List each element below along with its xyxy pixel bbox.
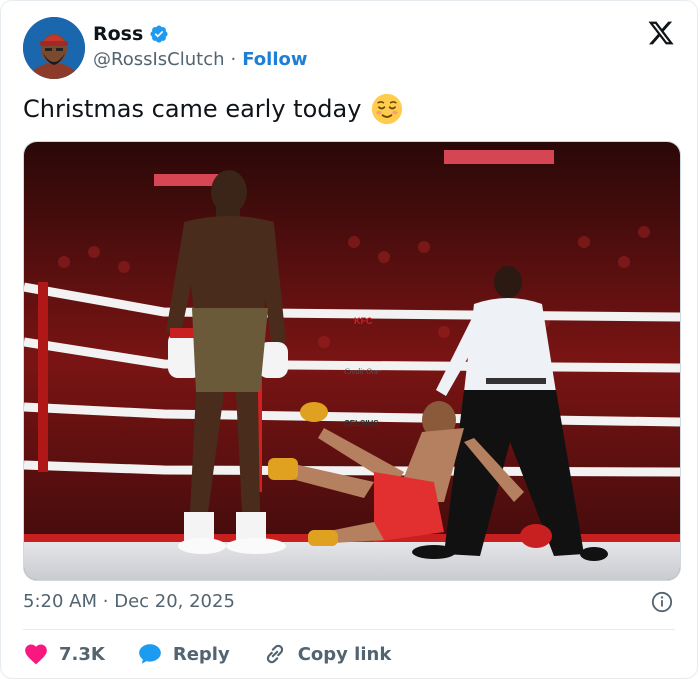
like-button[interactable]: 7.3K	[23, 641, 105, 667]
action-bar: 7.3K Reply Copy link	[23, 641, 423, 667]
boxing-ring-photo: KFC Credit One CELSIUS	[24, 142, 680, 580]
timestamp-separator: ·	[102, 591, 109, 612]
tweet-photo[interactable]: KFC Credit One CELSIUS	[23, 141, 681, 581]
follow-button[interactable]: Follow	[242, 49, 307, 70]
likes-count: 7.3K	[59, 643, 105, 665]
tweet-card: Ross @RossIsClutch · Follow Christmas ca…	[0, 0, 698, 679]
speech-bubble-icon	[139, 644, 161, 664]
divider	[23, 629, 675, 630]
x-logo-icon[interactable]	[647, 19, 675, 47]
tweet-time: 5:20 AM	[23, 591, 97, 612]
relieved-face-icon	[372, 93, 403, 125]
display-name[interactable]: Ross	[93, 23, 143, 45]
info-icon[interactable]	[651, 591, 673, 613]
tweet-text: Christmas came early today	[23, 93, 403, 125]
link-icon	[266, 644, 283, 664]
tweet-body: Christmas came early today	[23, 95, 362, 123]
heart-icon	[25, 644, 47, 665]
rope-brand-1: KFC	[354, 316, 373, 326]
avatar[interactable]	[23, 17, 85, 79]
verified-badge-icon	[150, 25, 168, 43]
tweet-date: Dec 20, 2025	[114, 591, 235, 612]
reply-label: Reply	[172, 643, 230, 665]
handle-row: @RossIsClutch · Follow	[93, 49, 308, 70]
tweet-timestamp[interactable]: 5:20 AM · Dec 20, 2025	[23, 591, 235, 612]
copy-link-label: Copy link	[297, 643, 392, 665]
reply-button[interactable]: Reply	[137, 641, 230, 667]
author-handle[interactable]: @RossIsClutch	[93, 49, 225, 70]
rope-brand-2: Credit One	[344, 367, 380, 376]
author-name-row: Ross	[93, 23, 169, 45]
handle-separator: ·	[230, 49, 237, 70]
rope-brand-3: CELSIUS	[344, 419, 379, 428]
copy-link-button[interactable]: Copy link	[262, 641, 392, 667]
